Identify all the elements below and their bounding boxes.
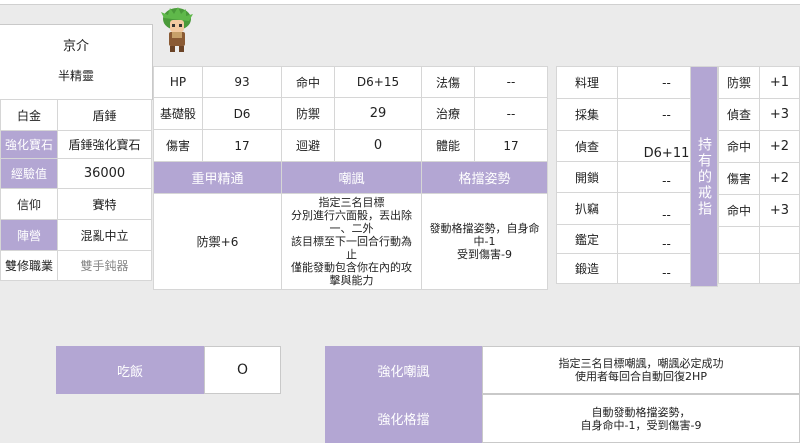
- ring-label: 防禦: [718, 66, 760, 99]
- skill-header-heavy-armor: 重甲精通: [153, 161, 282, 194]
- meal-label: 吃飯: [56, 346, 204, 394]
- profile-label-2: 經驗值: [0, 158, 58, 189]
- profile-value-0: 盾錘: [57, 99, 152, 131]
- stat-value: 29: [334, 97, 422, 130]
- stat-value: D6: [202, 97, 282, 130]
- profile-label-4: 陣營: [0, 219, 58, 251]
- rings-table: 防禦 +1 偵查 +3 命中 +2 傷害 +2 命中 +3: [718, 66, 800, 284]
- profile-value-3: 賽特: [57, 188, 152, 220]
- stat-label: 法傷: [421, 66, 475, 98]
- rings-title: 持有的戒指: [690, 66, 718, 287]
- profile-table: 白金 盾錘 強化寶石 盾錘強化寶石 經驗值 36000 信仰 賽特 陣營 混亂中…: [0, 99, 152, 281]
- stat-label: HP: [153, 66, 203, 98]
- enhancement-desc-block: 自動發動格擋姿勢， 自身命中-1，受到傷害-9: [482, 394, 800, 443]
- ring-label: 偵查: [718, 98, 760, 131]
- ring-empty: [718, 226, 760, 254]
- ring-value: +1: [759, 66, 800, 99]
- stat-value: --: [474, 66, 548, 98]
- skill-header-taunt: 嘲諷: [281, 161, 422, 194]
- profile-value-4: 混亂中立: [57, 219, 152, 251]
- skill-desc-block-stance: 發動格擋姿勢，自身命中-1 受到傷害-9: [421, 193, 548, 290]
- ring-value: +2: [759, 130, 800, 163]
- enhancement-label-block: 強化格擋: [325, 394, 482, 443]
- stat-label: 防禦: [281, 97, 335, 130]
- stat-value: 0: [334, 129, 422, 162]
- character-sprite-icon: [160, 6, 194, 54]
- top-strip: [0, 0, 800, 5]
- ability-label: 採集: [556, 98, 618, 131]
- ability-label: 鑑定: [556, 224, 618, 254]
- enhancement-desc-taunt: 指定三名目標嘲諷，嘲諷必定成功 使用者每回合自動回復2HP: [482, 346, 800, 394]
- stat-value: 93: [202, 66, 282, 98]
- stats-skills-table: HP 93 命中 D6+15 法傷 -- 基礎骰 D6 防禦 29 治療 -- …: [153, 66, 548, 290]
- ring-value: +3: [759, 194, 800, 227]
- stat-value: D6+15: [334, 66, 422, 98]
- ring-label: 命中: [718, 194, 760, 227]
- ring-value: +3: [759, 98, 800, 131]
- ability-label: 料理: [556, 66, 618, 99]
- profile-value-5: 雙手鈍器: [57, 250, 152, 281]
- enhancement-label-taunt: 強化嘲諷: [325, 346, 482, 394]
- ability-label: 開鎖: [556, 161, 618, 193]
- name-card: 京介 半精靈: [0, 24, 153, 100]
- stat-label: 傷害: [153, 129, 203, 162]
- stat-value: --: [474, 97, 548, 130]
- skill-desc-heavy-armor: 防禦+6: [153, 193, 282, 290]
- skill-header-block-stance: 格擋姿勢: [421, 161, 548, 194]
- stat-value: 17: [474, 129, 548, 162]
- ring-empty: [759, 253, 800, 284]
- ring-label: 命中: [718, 130, 760, 163]
- meal-value: O: [204, 346, 281, 394]
- character-name: 京介: [62, 38, 89, 54]
- character-race: 半精靈: [57, 68, 94, 83]
- ring-empty: [759, 226, 800, 254]
- stat-label: 基礎骰: [153, 97, 203, 130]
- ability-label: 偵查: [556, 130, 618, 162]
- stat-label: 迴避: [281, 129, 335, 162]
- profile-label-3: 信仰: [0, 188, 58, 220]
- ring-value: +2: [759, 162, 800, 195]
- ability-label: 扒竊: [556, 192, 618, 225]
- rings-title-text: 持有的戒指: [696, 136, 712, 217]
- ring-empty: [718, 253, 760, 284]
- stat-label: 體能: [421, 129, 475, 162]
- ability-label: 鍛造: [556, 253, 618, 284]
- profile-label-5: 雙修職業: [0, 250, 58, 281]
- skill-desc-taunt: 指定三名目標 分別進行六面骰，丟出除一、二外 該目標至下一回合行動為止 僅能發動…: [281, 193, 422, 290]
- stat-label: 命中: [281, 66, 335, 98]
- stat-value: 17: [202, 129, 282, 162]
- ring-label: 傷害: [718, 162, 760, 195]
- profile-label-0: 白金: [0, 99, 58, 131]
- profile-value-1: 盾錘強化寶石: [57, 130, 152, 159]
- stat-label: 治療: [421, 97, 475, 130]
- profile-value-2: 36000: [57, 158, 152, 189]
- profile-label-1: 強化寶石: [0, 130, 58, 159]
